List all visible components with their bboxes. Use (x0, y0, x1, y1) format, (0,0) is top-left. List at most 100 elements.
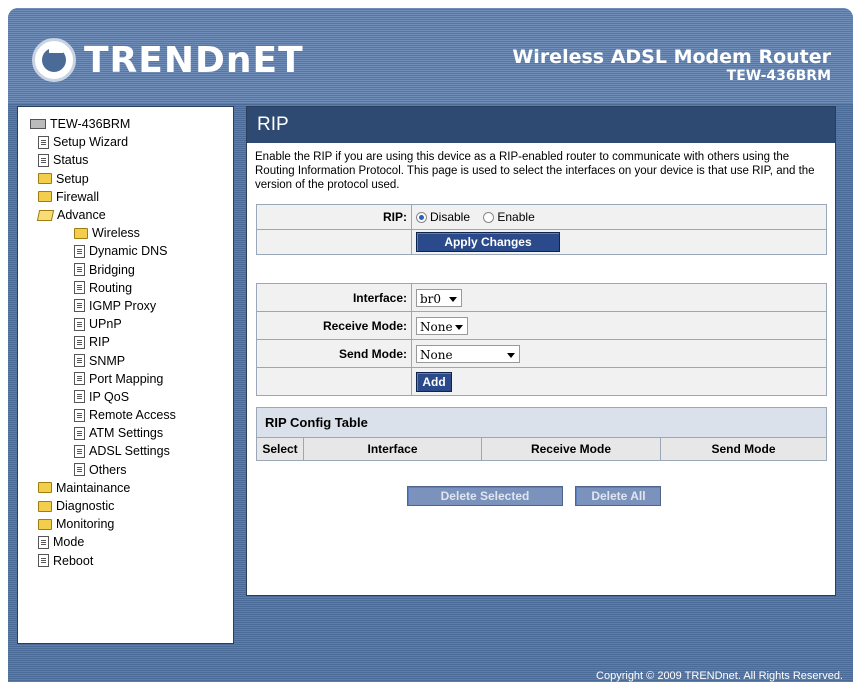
sidebar-nav: TEW-436BRM Setup Wizard Status Setup Firewal… (17, 106, 234, 644)
sidebar-item-label: UPnP (89, 317, 122, 332)
logo-icon (32, 38, 76, 82)
sidebar-item-label: Wireless (92, 226, 140, 241)
send-mode-select[interactable]: None (416, 344, 520, 363)
rip-disable-radio[interactable] (416, 212, 427, 224)
delete-selected-button[interactable]: Delete Selected (407, 486, 563, 506)
rip-enable-label: Enable (497, 210, 535, 224)
sidebar-item-label: ADSL Settings (89, 444, 170, 459)
config-table-caption: RIP Config Table (256, 407, 827, 438)
sidebar-item-label: IP QoS (89, 389, 130, 404)
sidebar-item[interactable]: Dynamic DNS (18, 242, 233, 260)
model-name: TEW-436BRM (726, 68, 831, 84)
sidebar-item[interactable]: ADSL Settings (18, 442, 233, 460)
page-icon (74, 281, 85, 295)
sidebar-item-label: Advance (57, 208, 106, 223)
sidebar-item[interactable]: Diagnostic (18, 497, 233, 515)
main-content: RIP Enable the RIP if you are using this… (246, 106, 836, 596)
brand-name: TRENDnET (84, 39, 304, 81)
page-icon (74, 390, 85, 404)
page-description: Enable the RIP if you are using this dev… (255, 151, 815, 191)
sidebar-item-label: Routing (89, 280, 133, 295)
product-line: Wireless ADSL Modem Router (512, 46, 831, 68)
chevron-down-icon (449, 296, 457, 302)
sidebar-item-label: Status (53, 153, 89, 168)
delete-all-button[interactable]: Delete All (575, 486, 662, 506)
header: TRENDnET Wireless ADSL Modem Router TEW-… (8, 8, 853, 103)
sidebar-item[interactable]: Reboot (18, 552, 233, 570)
receive-mode-select[interactable]: None (416, 316, 468, 335)
interface-select[interactable]: br0 (416, 288, 462, 307)
sidebar-item[interactable]: Routing (18, 279, 233, 297)
sidebar-item[interactable]: Mode (18, 533, 233, 551)
product-info: Wireless ADSL Modem Router TEW-436BRM (512, 46, 831, 84)
page-icon (74, 408, 85, 422)
sidebar-item[interactable]: Monitoring (18, 515, 233, 533)
sidebar-item[interactable]: Setup Wizard (18, 133, 233, 151)
folder-icon (38, 173, 52, 185)
page-icon (74, 354, 85, 368)
router-root-icon (30, 119, 46, 130)
chevron-down-icon (507, 352, 515, 358)
sidebar-item[interactable]: Others (18, 461, 233, 479)
sidebar-item[interactable]: Firewall (18, 188, 233, 206)
sidebar-item-label: IGMP Proxy (89, 298, 157, 313)
interface-label: Interface: (256, 283, 412, 312)
sidebar-item[interactable]: SNMP (18, 351, 233, 369)
copyright: Copyright © 2009 TRENDnet. All Rights Re… (596, 670, 843, 682)
add-button[interactable]: Add (416, 371, 452, 392)
sidebar-item[interactable]: UPnP (18, 315, 233, 333)
sidebar-item-label: Bridging (89, 262, 135, 277)
rip-label: RIP: (256, 204, 412, 230)
folder-icon (38, 500, 52, 512)
page-icon (38, 554, 49, 568)
sidebar-item-label: ATM Settings (89, 426, 164, 441)
sidebar-item[interactable]: Setup (18, 170, 233, 188)
page-icon (74, 372, 85, 386)
apply-changes-button[interactable]: Apply Changes (416, 232, 560, 252)
folder-icon (38, 191, 52, 203)
rip-interface-form: Interface: br0 Receive Mode: None Send M… (256, 283, 827, 396)
sidebar-item-label: Setup (56, 171, 89, 186)
page-icon (74, 426, 85, 440)
sidebar-item[interactable]: IP QoS (18, 388, 233, 406)
receive-mode-label: Receive Mode: (256, 311, 412, 340)
sidebar-item[interactable]: Remote Access (18, 406, 233, 424)
sidebar-item[interactable]: Wireless (18, 224, 233, 242)
sidebar-item[interactable]: ATM Settings (18, 424, 233, 442)
page-icon (74, 263, 85, 277)
sidebar-item-label: Setup Wizard (53, 135, 129, 150)
send-mode-label: Send Mode: (256, 339, 412, 368)
sidebar-item[interactable]: Status (18, 151, 233, 169)
rip-enable-form: RIP: Disable Enable Apply Changes (256, 204, 827, 255)
sidebar-item[interactable]: Bridging (18, 261, 233, 279)
rip-disable-label: Disable (430, 210, 471, 224)
sidebar-item-label: Others (89, 462, 127, 477)
column-header: Receive Mode (481, 437, 661, 461)
sidebar-item[interactable]: TEW-436BRM (18, 115, 233, 133)
sidebar-item-label: Remote Access (89, 408, 176, 423)
sidebar-item-label: Mode (53, 535, 85, 550)
sidebar-item-label: Monitoring (56, 517, 115, 532)
folder-icon (38, 482, 52, 494)
page-icon (38, 135, 49, 149)
rip-enable-radio[interactable] (483, 212, 495, 224)
sidebar-item-label: Firewall (56, 189, 100, 204)
folder-icon (38, 518, 52, 530)
trendnet-logo: TRENDnET (32, 38, 304, 82)
sidebar-item[interactable]: Maintainance (18, 479, 233, 497)
column-header: Select (256, 437, 304, 461)
rip-config-table: RIP Config Table Select Interface Receiv… (256, 407, 827, 461)
page-icon (74, 463, 85, 477)
page-icon (74, 299, 85, 313)
sidebar-item[interactable]: Port Mapping (18, 370, 233, 388)
sidebar-item-label: SNMP (89, 353, 126, 368)
table-actions: Delete Selected Delete All (407, 486, 662, 506)
sidebar-item[interactable]: Advance (18, 206, 233, 224)
sidebar-item-label: Diagnostic (56, 499, 115, 514)
sidebar-item-label: RIP (89, 335, 110, 350)
page-title: RIP (247, 107, 835, 143)
sidebar-item[interactable]: RIP (18, 333, 233, 351)
sidebar-item[interactable]: IGMP Proxy (18, 297, 233, 315)
page-icon (74, 335, 85, 349)
sidebar-item-label: Dynamic DNS (89, 244, 168, 259)
